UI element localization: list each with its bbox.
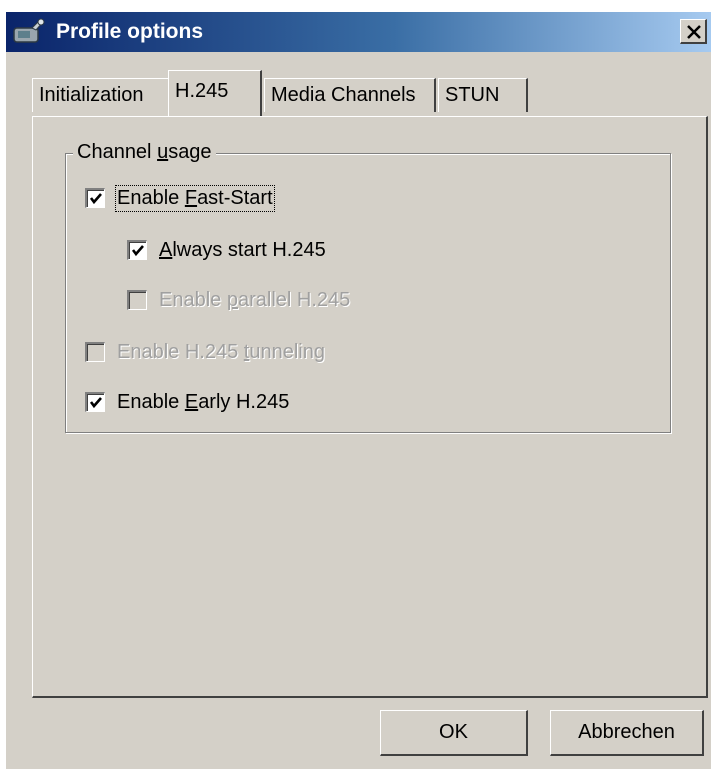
early-h245-checkbox-row[interactable]: Enable Early H.245: [85, 387, 289, 417]
tab-label: H.245: [175, 80, 229, 102]
window-title: Profile options: [56, 20, 203, 43]
always-start-label: Always start H.245: [159, 238, 326, 261]
tab-label: Initialization: [39, 84, 144, 106]
close-button[interactable]: [680, 19, 707, 44]
fast-start-label: Enable Fast-Start: [115, 184, 275, 212]
early-h245-checkbox[interactable]: [85, 392, 105, 412]
tunneling-label: Enable H.245 tunneling: [117, 340, 325, 363]
parallel-checkbox-row: Enable parallel H.245: [127, 285, 350, 315]
tab-initialization[interactable]: Initialization: [32, 78, 170, 112]
cancel-button[interactable]: Abbrechen: [550, 710, 704, 756]
tab-h245[interactable]: H.245: [168, 70, 262, 116]
close-icon: [687, 25, 701, 39]
tab-media-channels[interactable]: Media Channels: [264, 78, 436, 112]
tab-label: STUN: [445, 84, 500, 106]
tab-label: Media Channels: [271, 84, 416, 106]
parallel-checkbox: [127, 290, 147, 310]
fast-start-checkbox-row[interactable]: Enable Fast-Start: [85, 183, 275, 213]
satellite-phone-icon: [13, 18, 45, 43]
ok-button[interactable]: OK: [380, 710, 528, 756]
title-bar[interactable]: Profile options: [6, 12, 711, 52]
fast-start-checkbox[interactable]: [85, 188, 105, 208]
checkmark-icon: [89, 193, 102, 205]
always-start-checkbox-row[interactable]: Always start H.245: [127, 235, 326, 265]
tab-stun[interactable]: STUN: [438, 78, 528, 112]
checkmark-icon: [89, 397, 102, 409]
parallel-label: Enable parallel H.245: [159, 288, 351, 311]
group-title: Channel usage: [73, 139, 216, 165]
profile-options-dialog: Profile options Initialization H.245 Med…: [6, 12, 711, 769]
tab-strip: Initialization H.245 Media Channels STUN: [32, 70, 632, 120]
checkmark-icon: [131, 245, 144, 257]
always-start-checkbox[interactable]: [127, 240, 147, 260]
tunneling-checkbox: [85, 342, 105, 362]
early-h245-label: Enable Early H.245: [117, 390, 290, 413]
tab-panel-h245: Channel usage Enable Fast-Start Always s…: [32, 116, 708, 698]
tunneling-checkbox-row: Enable H.245 tunneling: [85, 337, 325, 367]
